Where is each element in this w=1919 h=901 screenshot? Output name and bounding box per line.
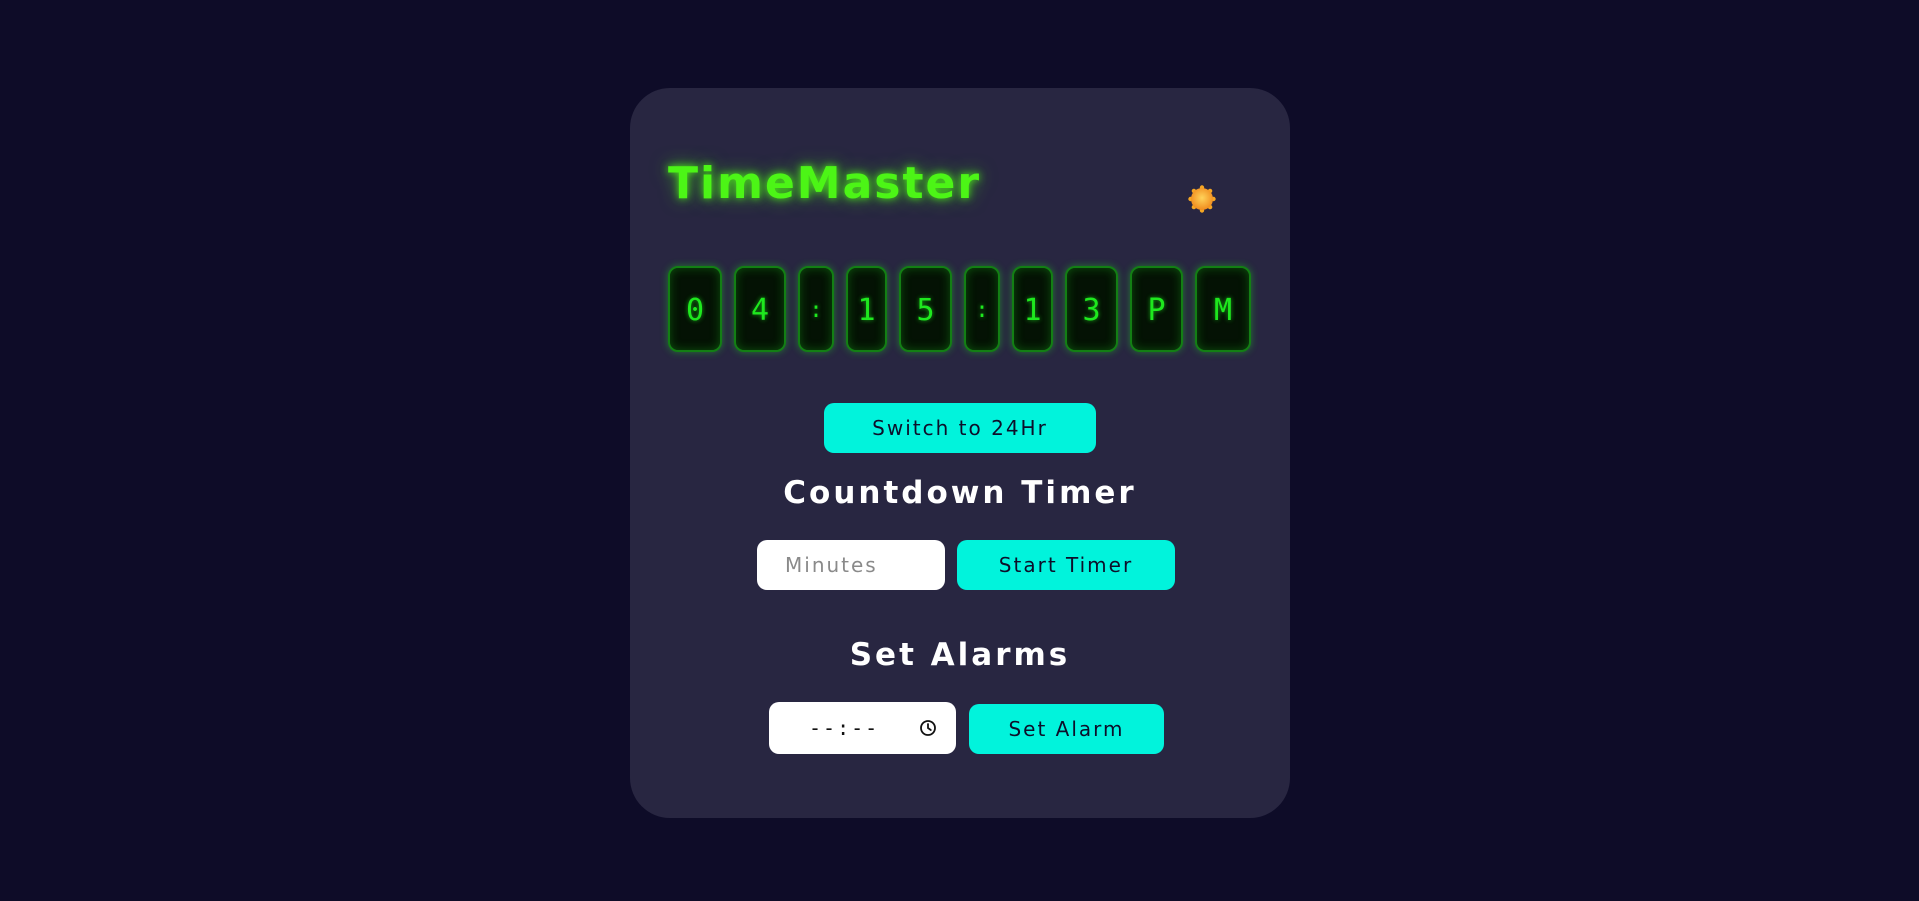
set-alarm-button[interactable]: Set Alarm <box>969 704 1164 754</box>
timemaster-card: TimeMaster 0 4 : 1 5: 1 3 P M Switch to… <box>630 88 1290 818</box>
clock-digit: 4 <box>734 266 786 352</box>
clock-am-pm: M <box>1195 266 1251 352</box>
clock-icon[interactable] <box>919 719 937 737</box>
minutes-input[interactable] <box>757 540 945 590</box>
header: TimeMaster <box>668 158 1258 218</box>
sun-icon <box>1188 185 1216 213</box>
start-timer-button[interactable]: Start Timer <box>957 540 1175 590</box>
clock-digit: 0 <box>668 266 722 352</box>
app-title: TimeMaster <box>668 158 982 209</box>
clock-am-pm: P <box>1130 266 1183 352</box>
clock-digit: 3 <box>1065 266 1118 352</box>
clock-separator: : <box>798 266 834 352</box>
alarms-title: Set Alarms <box>849 637 1071 673</box>
clock-digit: 5 <box>899 266 952 352</box>
alarm-time-value: --:-- <box>809 716 880 740</box>
clock-separator: : <box>964 266 1000 352</box>
clock-digit: 1 <box>846 266 887 352</box>
theme-toggle-button[interactable] <box>1187 184 1217 214</box>
clock-digit: 1 <box>1012 266 1053 352</box>
alarm-time-input[interactable]: --:-- <box>769 702 956 754</box>
switch-24hr-button[interactable]: Switch to 24Hr <box>824 403 1096 453</box>
countdown-title: Countdown Timer <box>783 475 1137 511</box>
